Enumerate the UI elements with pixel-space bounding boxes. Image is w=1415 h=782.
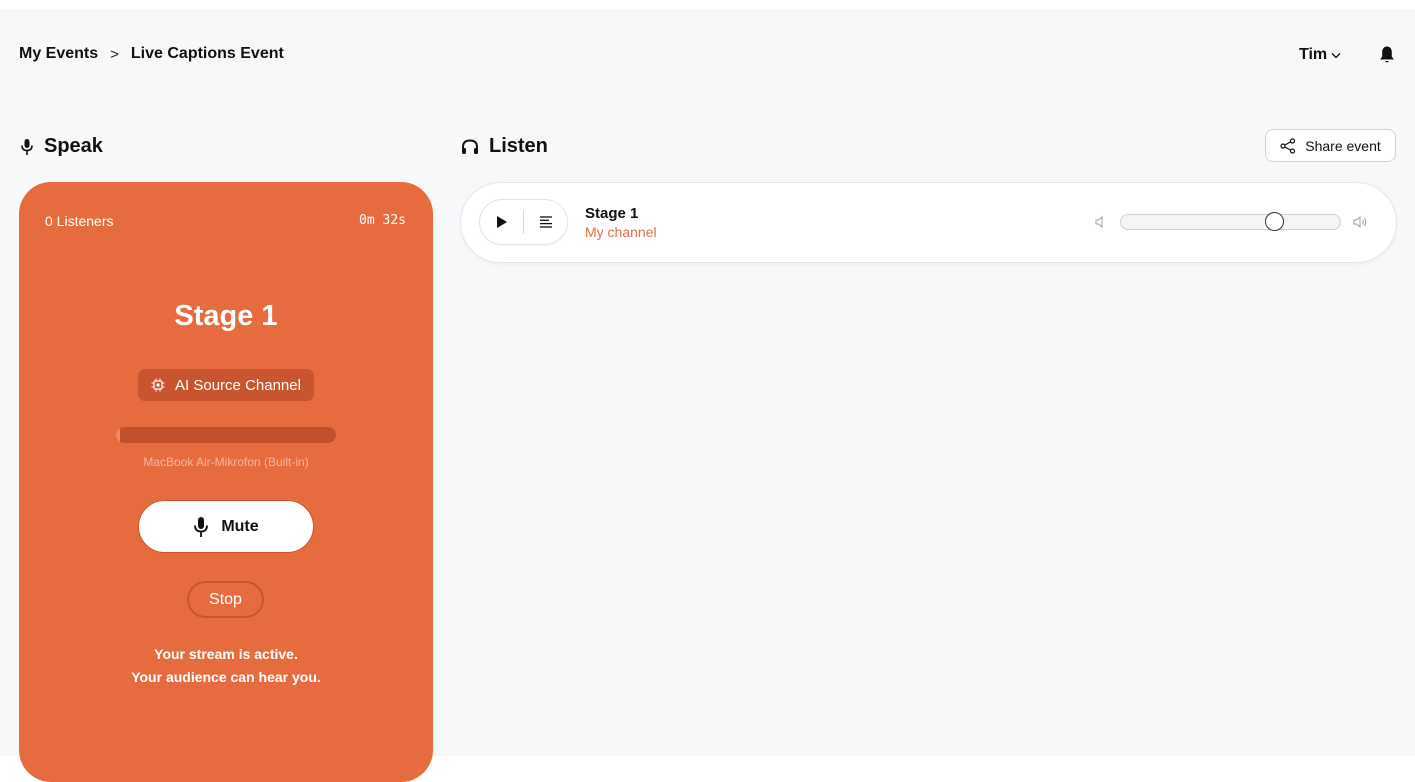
chevron-down-icon [1331,52,1341,58]
user-name: Tim [1299,46,1328,63]
stop-label: Stop [209,590,242,608]
stream-timer: 0m 32s [359,213,406,228]
breadcrumb-separator: > [110,45,119,63]
channel-subtitle: My channel [585,224,657,240]
transcript-button[interactable] [524,200,567,244]
stop-button[interactable]: Stop [187,581,264,618]
volume-slider-thumb[interactable] [1265,212,1284,231]
channel-info: Stage 1 My channel [585,204,657,241]
app-window: My Events > Live Captions Event Tim Spea… [0,9,1415,782]
ai-source-channel-badge: AI Source Channel [138,369,314,401]
share-icon [1280,137,1296,154]
mute-label: Mute [221,517,259,535]
volume-high-icon [1353,215,1367,229]
speak-title-text: Speak [44,135,103,157]
user-menu[interactable]: Tim [1299,46,1341,64]
microphone-icon [194,516,209,537]
play-button[interactable] [480,200,523,244]
listen-section-title: Listen [461,135,548,158]
headphones-icon [462,138,478,154]
channel-name: Stage 1 [585,205,639,222]
play-icon [496,216,507,228]
status-line-1: Your stream is active. [154,646,298,662]
speak-card: 0 Listeners 0m 32s Stage 1 AI Source Cha… [19,182,433,782]
input-level-meter [116,427,336,443]
input-level-fill [116,427,121,443]
ai-source-channel-label: AI Source Channel [175,376,301,394]
stream-status-message: Your stream is active. Your audience can… [19,643,433,689]
listen-title-text: Listen [489,135,548,157]
text-lines-icon [539,216,552,228]
listener-count: 0 Listeners [45,213,114,229]
share-event-button[interactable]: Share event [1265,129,1396,162]
input-device-name: MacBook Air-Mikrofon (Built-in) [143,455,309,469]
volume-low-icon [1095,215,1103,229]
breadcrumb-my-events[interactable]: My Events [19,45,98,63]
channel-player-card: Stage 1 My channel [461,183,1396,262]
chip-icon [151,378,165,392]
microphone-icon [21,138,33,155]
breadcrumb: My Events > Live Captions Event [19,45,284,63]
bell-icon[interactable] [1378,45,1396,65]
status-line-2: Your audience can hear you. [131,669,321,685]
mute-button[interactable]: Mute [138,500,314,553]
breadcrumb-current-event: Live Captions Event [130,45,284,62]
player-controls [480,200,567,244]
speak-section-title: Speak [20,135,103,158]
stage-name: Stage 1 [174,300,278,332]
share-event-label: Share event [1305,137,1381,154]
volume-slider[interactable] [1120,212,1341,231]
